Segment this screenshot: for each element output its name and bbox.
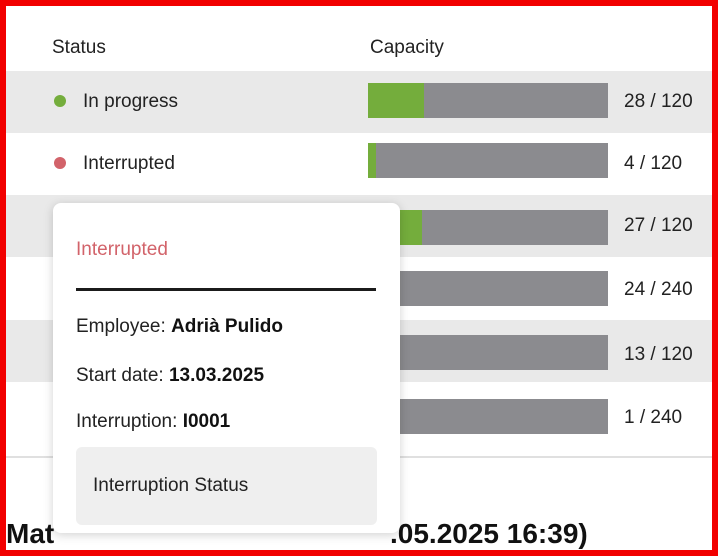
- capacity-bar: [368, 143, 608, 178]
- column-header-capacity[interactable]: Capacity: [370, 37, 444, 59]
- status-label: Interrupted: [83, 153, 175, 174]
- capacity-value: 27 / 120: [624, 215, 693, 236]
- table-row[interactable]: Interrupted 4 / 120: [0, 133, 718, 195]
- status-label: In progress: [83, 91, 179, 112]
- capacity-bar-fill: [368, 143, 376, 178]
- capacity-bar: [368, 210, 608, 245]
- status-dot-icon: [54, 95, 66, 107]
- tooltip-divider: [76, 288, 376, 291]
- capacity-value: 13 / 120: [624, 344, 693, 365]
- status-tooltip: Interrupted Employee: Adrià Pulido Start…: [53, 203, 400, 533]
- table-row[interactable]: In progress 28 / 120: [0, 71, 718, 133]
- interruption-value: I0001: [182, 411, 231, 432]
- capacity-bar: [368, 399, 608, 434]
- footer-heading-start: Mat: [6, 518, 55, 549]
- capacity-bar: [368, 335, 608, 370]
- footer-heading-end: .05.2025 16:39): [390, 518, 588, 549]
- capacity-value: 4 / 120: [624, 153, 683, 174]
- employee-line: Employee: Adrià Pulido: [76, 316, 283, 338]
- start-date-label: Start date:: [76, 365, 164, 386]
- capacity-value: 28 / 120: [624, 91, 693, 112]
- table-header: Status Capacity: [0, 0, 718, 82]
- capacity-bar-fill: [368, 83, 424, 118]
- employee-label: Employee:: [76, 316, 166, 337]
- capacity-bar: [368, 83, 608, 118]
- capacity-value: 24 / 240: [624, 279, 693, 300]
- column-header-status[interactable]: Status: [52, 37, 106, 59]
- employee-value: Adrià Pulido: [171, 316, 283, 337]
- capacity-value: 1 / 240: [624, 407, 683, 428]
- tooltip-title: Interrupted: [76, 239, 168, 260]
- capacity-bar: [368, 271, 608, 306]
- interruption-line: Interruption: I0001: [76, 411, 230, 433]
- interruption-label: Interruption:: [76, 411, 178, 432]
- status-dot-icon: [54, 157, 66, 169]
- start-date-value: 13.03.2025: [168, 365, 265, 386]
- interruption-status-button[interactable]: Interruption Status: [76, 447, 377, 525]
- start-date-line: Start date: 13.03.2025: [76, 365, 264, 387]
